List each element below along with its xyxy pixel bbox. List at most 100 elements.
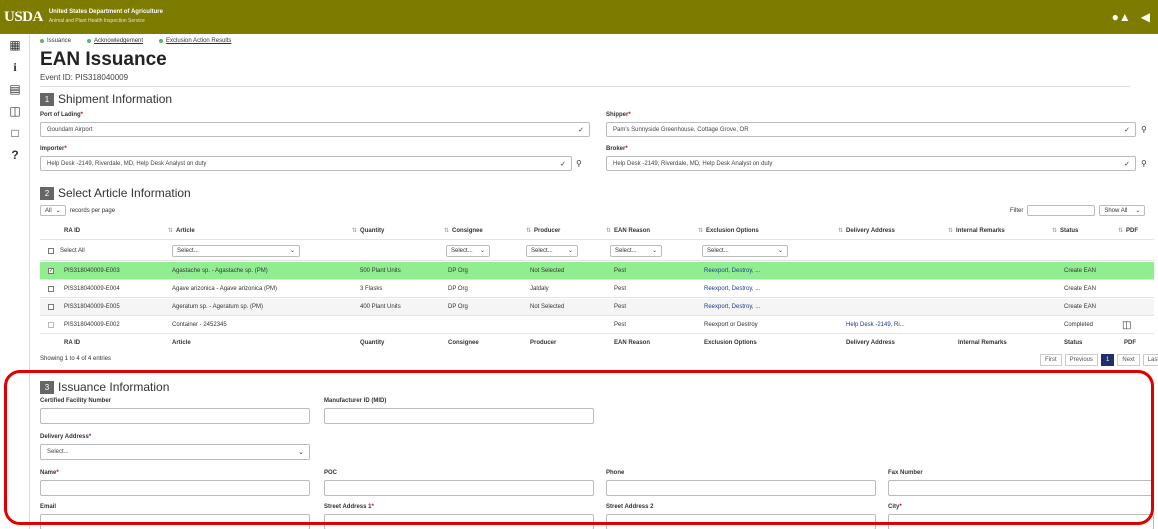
- chevron-down-icon: ✓: [560, 161, 566, 168]
- help-icon[interactable]: ?: [0, 144, 30, 166]
- document-icon[interactable]: ▤: [0, 78, 30, 100]
- chevron-down-icon: ⌄: [55, 208, 61, 214]
- fax-input[interactable]: [888, 480, 1154, 496]
- file-icon[interactable]: □: [0, 122, 30, 144]
- grid-icon[interactable]: ▦: [0, 34, 30, 56]
- table-row[interactable]: PIS318040009-E005 Ageratum sp. - Ageratu…: [40, 299, 1154, 316]
- phone-label: Phone: [606, 470, 625, 476]
- name-label: Name*: [40, 470, 59, 476]
- main-content: Issuance Acknowledgement Exclusion Actio…: [34, 34, 1158, 529]
- row-checkbox[interactable]: [48, 304, 54, 310]
- consignee-filter-select[interactable]: Select... ⌄: [446, 244, 490, 257]
- show-all-select[interactable]: Show All ⌄: [1099, 205, 1146, 216]
- step-dot-icon: [40, 39, 44, 43]
- top-banner: USDA United States Department of Agricul…: [0, 0, 1158, 34]
- table-row[interactable]: PIS318040009-E002 Container - 2452345 Pe…: [40, 317, 1154, 334]
- page-title: EAN Issuance: [40, 49, 167, 70]
- chevron-down-icon: ⌄: [777, 248, 783, 254]
- email-label: Email: [40, 504, 57, 510]
- row-checkbox[interactable]: [48, 286, 54, 292]
- importer-label: Importer*: [40, 146, 67, 152]
- street2-input[interactable]: [606, 514, 876, 529]
- poc-input[interactable]: [324, 480, 594, 496]
- collapse-arrow-icon[interactable]: ◀: [1141, 10, 1150, 24]
- step-dot-icon: [87, 39, 92, 43]
- pdf-icon[interactable]: ◫: [1122, 317, 1131, 333]
- filter-input[interactable]: [1027, 205, 1096, 216]
- table-row[interactable]: PIS318040009-E004 Agave arizonica - Agav…: [40, 281, 1154, 298]
- chevron-down-icon: ⌄: [651, 248, 657, 254]
- street2-label: Street Address 2: [606, 504, 654, 510]
- mid-input[interactable]: [324, 408, 594, 424]
- table-row[interactable]: ✓ PIS318040009-E003 Agastache sp. - Agas…: [40, 262, 1154, 280]
- filter-row: Select All Select... ⌄ Select... ⌄ Select.…: [40, 241, 1154, 261]
- name-input[interactable]: [40, 480, 310, 496]
- shipper-label: Shipper*: [606, 112, 631, 118]
- event-id: Event ID: PIS318040009: [40, 73, 129, 82]
- row-checkbox[interactable]: ✓: [48, 267, 54, 274]
- select-all-checkbox[interactable]: [48, 247, 54, 254]
- table-header: RA ID ⇅ Article ⇅ Quantity ⇅ Consignee ⇅ Pro…: [40, 222, 1154, 240]
- delivery-address-select[interactable]: Select... ⌄: [40, 444, 310, 460]
- port-label: Port of Lading*: [40, 112, 84, 118]
- delivery-address-label: Delivery Address*: [40, 434, 92, 440]
- pager-next[interactable]: Next: [1117, 354, 1140, 366]
- table-footer-header: RA ID Article Quantity Consignee Produce…: [64, 339, 1136, 346]
- usda-logo: USDA: [4, 8, 43, 25]
- pager-current[interactable]: 1: [1101, 354, 1115, 366]
- port-select[interactable]: Goundam Airport ✓: [40, 122, 590, 137]
- step-dot-icon: [159, 39, 164, 43]
- section-issuance-header: 3 Issuance Information: [40, 380, 169, 394]
- filter-control: Filter Show All ⌄: [1010, 205, 1146, 216]
- pager-previous[interactable]: Previous: [1064, 354, 1099, 366]
- shipper-search-icon[interactable]: ⚲: [1141, 125, 1147, 134]
- importer-select[interactable]: Help Desk -2149, Riverdale, MD, Help Des…: [40, 156, 572, 171]
- pager-last[interactable]: Last: [1142, 354, 1158, 366]
- left-rail: ▦ i ▤ ◫ □ ?: [0, 34, 30, 529]
- mid-label: Manufacturer ID (MID): [324, 398, 387, 404]
- cert-facility-input[interactable]: [40, 408, 310, 424]
- user-icon[interactable]: ●▲: [1112, 10, 1131, 24]
- email-input[interactable]: [40, 514, 310, 529]
- section-articles-header: 2 Select Article Information: [40, 186, 191, 200]
- exclusion-link[interactable]: Reexport, Destroy, ...: [704, 262, 760, 279]
- step-exclusion-results[interactable]: Exclusion Action Results: [159, 38, 231, 44]
- chevron-down-icon: ⌄: [567, 248, 573, 254]
- section-shipment-header: 1 Shipment Information: [40, 92, 172, 106]
- street1-input[interactable]: [324, 514, 594, 529]
- workflow-steps: Issuance Acknowledgement Exclusion Actio…: [40, 38, 231, 44]
- city-input[interactable]: [888, 514, 1154, 529]
- pagination: First Previous 1 Next Last: [1040, 354, 1158, 366]
- broker-select[interactable]: Help Desk -2149, Riverdale, MD, Help Des…: [606, 156, 1136, 171]
- exclusion-link[interactable]: Reexport, Destroy, ...: [704, 281, 760, 297]
- entries-info: Showing 1 to 4 of 4 entries: [40, 356, 112, 362]
- info-icon[interactable]: i: [0, 56, 30, 78]
- reason-filter-select[interactable]: Select... ⌄: [610, 244, 662, 257]
- delivery-address-link[interactable]: Help Desk -2149, Ri...: [846, 317, 905, 333]
- chevron-down-icon: ⌄: [479, 248, 485, 254]
- shipper-select[interactable]: Pam's Sunnyside Greenhouse, Cottage Grov…: [606, 122, 1136, 137]
- importer-search-icon[interactable]: ⚲: [576, 159, 582, 168]
- step-acknowledgement[interactable]: Acknowledgement: [87, 38, 143, 44]
- step-issuance[interactable]: Issuance: [40, 38, 71, 44]
- broker-label: Broker*: [606, 146, 628, 152]
- chevron-down-icon: ⌄: [289, 248, 295, 254]
- page-size-select[interactable]: All ⌄: [40, 205, 66, 216]
- pager-first[interactable]: First: [1040, 354, 1062, 366]
- article-filter-select[interactable]: Select... ⌄: [172, 244, 300, 257]
- chevron-down-icon: ✓: [578, 127, 584, 134]
- broker-search-icon[interactable]: ⚲: [1141, 159, 1147, 168]
- chevron-down-icon: ⌄: [1135, 208, 1141, 214]
- poc-label: POC: [324, 470, 338, 476]
- fax-label: Fax Number: [888, 470, 923, 476]
- chevron-down-icon: ⌄: [298, 449, 304, 456]
- phone-input[interactable]: [606, 480, 876, 496]
- chevron-down-icon: ✓: [1124, 127, 1130, 134]
- exclusion-link[interactable]: Reexport, Destroy, ...: [704, 299, 760, 315]
- city-label: City*: [888, 504, 902, 510]
- producer-filter-select[interactable]: Select... ⌄: [526, 244, 578, 257]
- pdf-icon[interactable]: ◫: [0, 100, 30, 122]
- exclusion-filter-select[interactable]: Select... ⌄: [702, 244, 788, 257]
- row-checkbox-disabled: [48, 322, 54, 328]
- chevron-down-icon: ✓: [1124, 161, 1130, 168]
